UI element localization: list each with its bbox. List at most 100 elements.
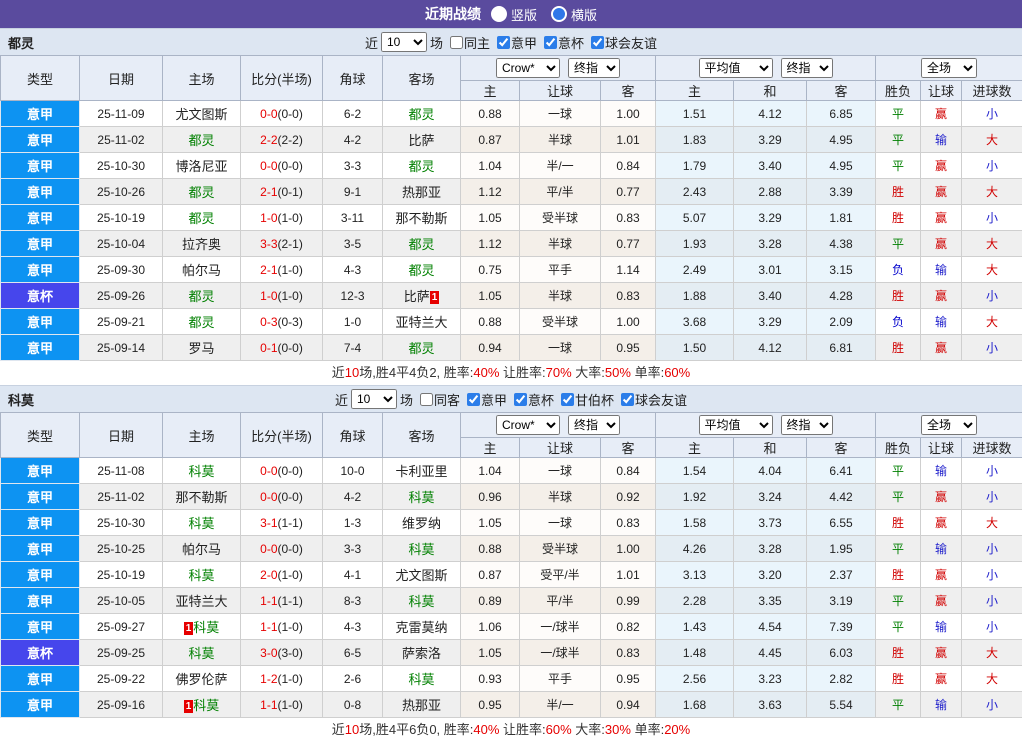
team-name-text: 那不勒斯	[395, 211, 447, 226]
match-row: 意甲25-11-08科莫0-0(0-0)10-0卡利亚里1.04一球0.841.…	[1, 458, 1022, 484]
result-goals-cell: 小	[962, 562, 1022, 588]
col-away-header: 客场	[383, 56, 461, 101]
result-handicap-cell: 赢	[921, 153, 962, 179]
crow-away-header: 客	[601, 81, 656, 101]
avg-draw-odds: 3.29	[734, 205, 807, 231]
score-ht: (1-1)	[278, 516, 303, 530]
avg-away-odds: 4.38	[807, 231, 876, 257]
away-team-cell: 尤文图斯	[383, 562, 461, 588]
crow-home-odds: 0.89	[461, 588, 520, 614]
average-select[interactable]: 平均值	[699, 58, 773, 78]
avg-home-odds: 1.48	[656, 640, 734, 666]
league-checkbox[interactable]	[621, 393, 634, 406]
crow-home-odds: 1.05	[461, 283, 520, 309]
handicap-cell: 受半球	[520, 205, 601, 231]
corner-cell: 7-4	[323, 335, 383, 361]
bookmaker-select[interactable]: Crow*	[496, 415, 560, 435]
league-filter[interactable]: 甘伯杯	[557, 390, 614, 409]
result-goals-cell: 小	[962, 536, 1022, 562]
scope-select[interactable]: 全场	[921, 58, 977, 78]
date-cell: 25-10-19	[80, 205, 163, 231]
league-type-cell: 意甲	[1, 205, 80, 231]
team-name-text: 都灵	[408, 341, 434, 356]
average-stage-select[interactable]: 终指	[781, 415, 833, 435]
league-filter[interactable]: 意甲	[493, 33, 537, 52]
result-goals-cell: 大	[962, 127, 1022, 153]
corner-cell: 3-11	[323, 205, 383, 231]
same-venue-label: 同主	[464, 33, 490, 52]
team-name-text: 科莫	[408, 490, 434, 505]
date-cell: 25-09-14	[80, 335, 163, 361]
handicap-cell: 半球	[520, 484, 601, 510]
avg-draw-odds: 3.23	[734, 666, 807, 692]
corner-cell: 12-3	[323, 283, 383, 309]
result-goals-header: 进球数	[962, 438, 1022, 458]
result-handicap-cell: 输	[921, 614, 962, 640]
league-checkbox[interactable]	[561, 393, 574, 406]
avg-draw-odds: 3.73	[734, 510, 807, 536]
league-checkbox[interactable]	[467, 393, 480, 406]
result-goals-cell: 小	[962, 692, 1022, 718]
crow-away-odds: 0.94	[601, 692, 656, 718]
league-filter[interactable]: 意甲	[463, 390, 507, 409]
recent-count-select[interactable]: 10	[381, 32, 427, 52]
result-handicap-cell: 输	[921, 257, 962, 283]
avg-away-odds: 6.41	[807, 458, 876, 484]
league-filter[interactable]: 意杯	[540, 33, 584, 52]
radio-vertical-layout[interactable]: 竖版	[491, 5, 537, 24]
result-wdl-cell: 平	[876, 536, 921, 562]
average-select[interactable]: 平均值	[699, 415, 773, 435]
league-filter-label: 意甲	[511, 33, 537, 52]
league-checkbox[interactable]	[591, 36, 604, 49]
result-wdl-cell: 平	[876, 153, 921, 179]
score-cell: 0-0(0-0)	[241, 153, 323, 179]
odds-stage-select[interactable]: 终指	[568, 58, 620, 78]
league-checkbox[interactable]	[497, 36, 510, 49]
bookmaker-select[interactable]: Crow*	[496, 58, 560, 78]
avg-home-odds: 1.54	[656, 458, 734, 484]
radio-horizontal-layout[interactable]: 横版	[551, 5, 597, 24]
odds-stage-select[interactable]: 终指	[568, 415, 620, 435]
average-stage-select[interactable]: 终指	[781, 58, 833, 78]
matches-label: 场	[430, 33, 443, 52]
corner-cell: 3-3	[323, 153, 383, 179]
crow-away-odds: 0.77	[601, 231, 656, 257]
score-ft: 2-1	[260, 185, 277, 199]
league-filter[interactable]: 球会友谊	[617, 390, 687, 409]
crow-away-odds: 0.77	[601, 179, 656, 205]
avg-draw-odds: 3.24	[734, 484, 807, 510]
same-venue-filter[interactable]: 同客	[416, 390, 460, 409]
league-filter[interactable]: 球会友谊	[587, 33, 657, 52]
same-venue-filter[interactable]: 同主	[446, 33, 490, 52]
handicap-cell: 平手	[520, 666, 601, 692]
crow-home-odds: 0.75	[461, 257, 520, 283]
league-checkbox[interactable]	[514, 393, 527, 406]
result-wdl-cell: 胜	[876, 335, 921, 361]
handicap-cell: 一球	[520, 335, 601, 361]
match-row: 意甲25-11-02那不勒斯0-0(0-0)4-2科莫0.96半球0.921.9…	[1, 484, 1022, 510]
avg-draw-odds: 4.45	[734, 640, 807, 666]
same-venue-checkbox[interactable]	[420, 393, 433, 406]
scope-select[interactable]: 全场	[921, 415, 977, 435]
away-team-cell: 科莫	[383, 666, 461, 692]
team-name-text: 都灵	[408, 159, 434, 174]
handicap-cell: 一球	[520, 510, 601, 536]
league-type-cell: 意甲	[1, 257, 80, 283]
corner-cell: 0-8	[323, 692, 383, 718]
radio-horizontal-label: 横版	[571, 5, 597, 24]
same-venue-checkbox[interactable]	[450, 36, 463, 49]
date-cell: 25-10-25	[80, 536, 163, 562]
bookmaker-selects: Crow* 终指	[461, 58, 655, 78]
league-filter[interactable]: 意杯	[510, 390, 554, 409]
recent-count-select[interactable]: 10	[351, 389, 397, 409]
avg-away-odds: 5.54	[807, 692, 876, 718]
league-filter-label: 意甲	[481, 390, 507, 409]
result-goals-cell: 小	[962, 205, 1022, 231]
score-cell: 1-1(1-1)	[241, 588, 323, 614]
home-team-cell: 科莫	[163, 458, 241, 484]
away-team-cell: 科莫	[383, 588, 461, 614]
score-ht: (0-0)	[278, 464, 303, 478]
avg-home-odds: 2.28	[656, 588, 734, 614]
league-checkbox[interactable]	[544, 36, 557, 49]
date-cell: 25-10-26	[80, 179, 163, 205]
